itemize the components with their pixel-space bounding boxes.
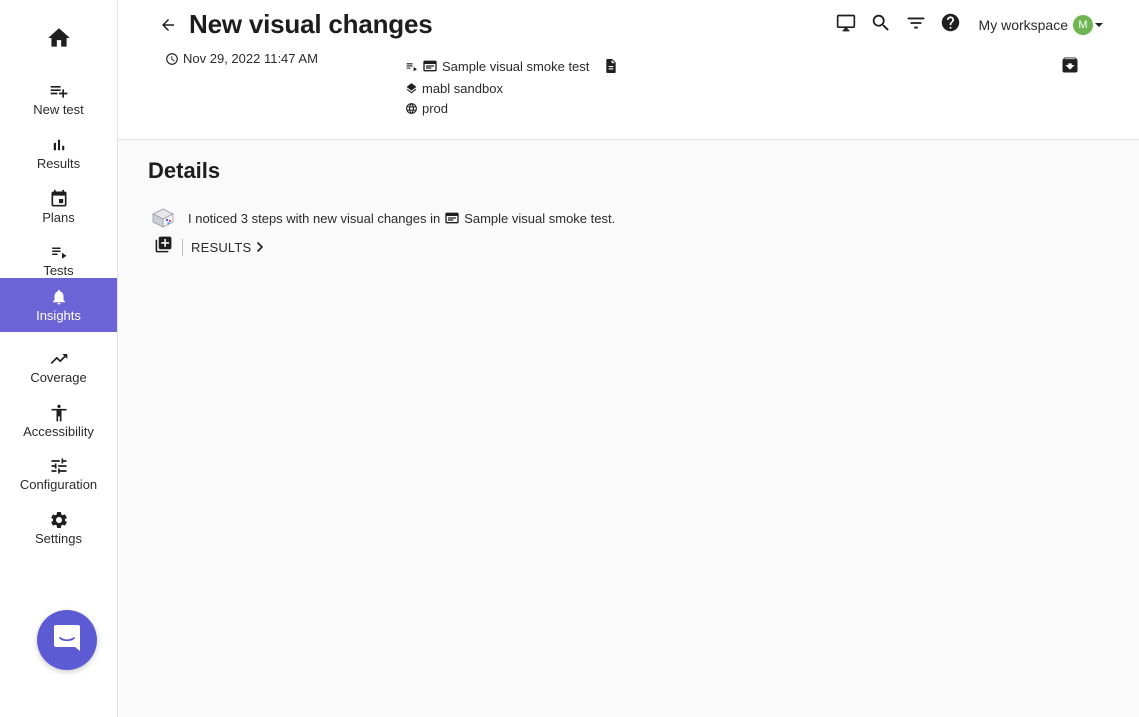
results-label: RESULTS — [191, 239, 252, 255]
home-button[interactable] — [0, 24, 117, 56]
main-content: Details I noticed 3 steps with new visua… — [118, 140, 1139, 717]
sidebar-item-label: Results — [36, 155, 81, 171]
library-add-icon — [154, 235, 173, 259]
divider — [182, 238, 183, 256]
accessibility-icon — [49, 403, 69, 423]
page-header: New visual changes Nov 29, 2022 11:47 AM… — [118, 0, 1139, 140]
sidebar-item-label: New test — [33, 101, 84, 117]
tune-icon — [49, 456, 69, 476]
document-icon[interactable] — [603, 57, 619, 75]
sidebar-item-settings[interactable]: Settings — [0, 501, 117, 555]
playlist-add-icon — [49, 81, 69, 101]
workspace-label: My workspace — [978, 17, 1068, 33]
filter-icon — [905, 12, 927, 39]
insight-meta: Sample visual smoke test mabl sandbox pr… — [404, 56, 623, 118]
insight-text: I noticed 3 steps with new visual change… — [188, 210, 441, 226]
sidebar-item-label: Settings — [35, 530, 82, 546]
sidebar-item-label: Plans — [42, 209, 75, 225]
workspace-menu[interactable]: My workspace M — [979, 15, 1103, 35]
workspace-env-row: mabl sandbox — [404, 78, 623, 98]
insight-actions: RESULTS — [153, 235, 265, 259]
browser-window-icon — [422, 59, 438, 73]
sidebar-item-label: Coverage — [30, 369, 87, 385]
environment-text: prod — [422, 100, 449, 116]
archive-button[interactable] — [1059, 56, 1081, 78]
environment-row: prod — [404, 98, 623, 118]
sidebar-item-configuration[interactable]: Configuration — [0, 447, 117, 501]
sidebar-item-accessibility[interactable]: Accessibility — [0, 394, 117, 448]
sidebar-item-label: Insights — [36, 307, 81, 323]
top-toolbar: My workspace M — [822, 12, 1103, 38]
sidebar-item-label: Tests — [43, 262, 74, 278]
workspace-env-text: mabl sandbox — [422, 80, 503, 96]
timestamp-text: Nov 29, 2022 11:47 AM — [183, 51, 318, 66]
sidebar-item-plans[interactable]: Plans — [0, 180, 117, 234]
monitor-icon — [835, 13, 857, 38]
test-row: Sample visual smoke test — [404, 56, 623, 76]
filter-button[interactable] — [905, 14, 927, 36]
insight-message: I noticed 3 steps with new visual change… — [151, 206, 615, 230]
arrow-back-icon — [159, 16, 177, 39]
trending-up-icon — [49, 349, 69, 369]
sidebar-item-insights[interactable]: Insights — [0, 278, 117, 332]
calendar-icon — [49, 189, 69, 209]
insight-test-link[interactable]: Sample visual smoke test. — [464, 211, 615, 226]
section-title: Details — [148, 158, 221, 183]
desktop-app-button[interactable] — [835, 14, 857, 36]
chat-button[interactable] — [37, 610, 97, 670]
timestamp: Nov 29, 2022 11:47 AM — [165, 51, 318, 66]
sidebar-item-results[interactable]: Results — [0, 126, 117, 180]
mabl-bot-icon — [151, 206, 175, 230]
search-icon — [870, 12, 892, 39]
results-button[interactable]: RESULTS — [191, 240, 265, 255]
search-button[interactable] — [870, 14, 892, 36]
gear-icon — [49, 510, 69, 530]
caret-down-icon — [1095, 22, 1103, 28]
help-icon — [940, 12, 961, 38]
add-to-library-button[interactable] — [153, 235, 173, 259]
sidebar-item-new-test[interactable]: New test — [0, 72, 117, 126]
sidebar: New test Results Plans Tests Insights Co… — [0, 0, 118, 717]
sidebar-item-label: Configuration — [19, 476, 98, 492]
bell-icon — [49, 287, 69, 307]
clock-icon — [165, 52, 179, 66]
back-button[interactable] — [158, 17, 178, 37]
home-icon — [45, 25, 73, 56]
layers-icon — [404, 81, 418, 95]
archive-icon — [1060, 55, 1080, 80]
chat-bubble-icon — [52, 622, 82, 659]
browser-window-icon — [444, 211, 460, 225]
chevron-right-icon — [255, 241, 265, 253]
playlist-icon — [404, 59, 418, 73]
sidebar-item-label: Accessibility — [23, 423, 94, 439]
sidebar-item-coverage[interactable]: Coverage — [0, 340, 117, 394]
bar-chart-icon — [49, 135, 69, 155]
page-title: New visual changes — [189, 9, 433, 39]
globe-icon — [404, 101, 418, 115]
help-button[interactable] — [940, 12, 962, 38]
test-name-link[interactable]: Sample visual smoke test — [442, 59, 589, 74]
playlist-icon — [49, 242, 69, 262]
avatar: M — [1073, 15, 1093, 35]
